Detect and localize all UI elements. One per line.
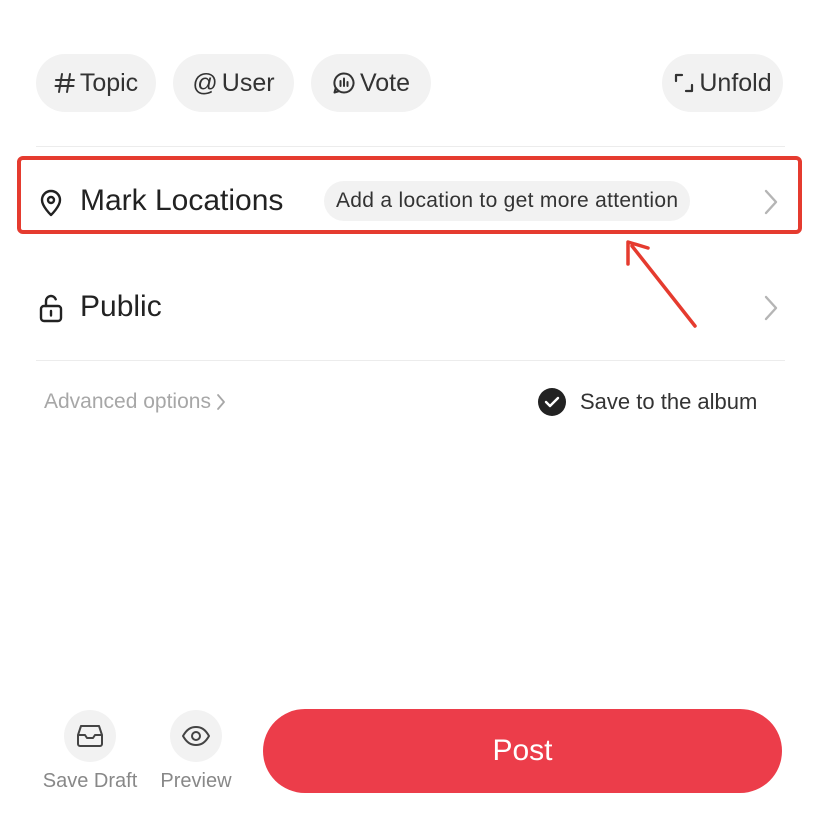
eye-icon — [170, 710, 222, 762]
topic-chip[interactable]: Topic — [36, 54, 156, 112]
preview-button[interactable]: Preview — [151, 710, 241, 793]
middle-divider — [36, 360, 785, 361]
unfold-button[interactable]: Unfold — [662, 54, 783, 112]
chevron-right-icon — [761, 294, 781, 322]
at-icon: @ — [192, 68, 218, 97]
mark-locations-title: Mark Locations — [80, 184, 284, 217]
visibility-row[interactable]: Public — [36, 280, 785, 336]
visibility-title: Public — [80, 290, 162, 323]
mark-locations-row[interactable]: Mark Locations Add a location to get mor… — [36, 170, 785, 234]
top-divider — [36, 146, 785, 147]
draft-box-icon — [64, 710, 116, 762]
location-pin-icon — [36, 188, 66, 218]
preview-label: Preview — [160, 770, 232, 792]
vote-icon — [332, 71, 356, 95]
vote-chip[interactable]: Vote — [311, 54, 431, 112]
location-hint-pill[interactable]: Add a location to get more attention — [324, 181, 691, 221]
unfold-icon — [673, 72, 695, 94]
vote-chip-label: Vote — [359, 68, 411, 97]
chevron-right-icon — [215, 392, 227, 412]
advanced-options-label: Advanced options — [44, 390, 211, 413]
unfold-label: Unfold — [699, 68, 772, 97]
topic-chip-label: Topic — [79, 68, 139, 97]
user-chip-label: User — [221, 68, 275, 97]
save-to-album-label: Save to the album — [580, 389, 758, 414]
chevron-right-icon — [761, 188, 781, 216]
user-chip[interactable]: @ User — [173, 54, 294, 112]
save-draft-button[interactable]: Save Draft — [42, 710, 138, 793]
checkmark-icon — [538, 388, 566, 416]
save-draft-label: Save Draft — [42, 770, 138, 792]
unlock-icon — [36, 292, 66, 324]
hash-icon — [54, 72, 76, 94]
save-to-album-toggle[interactable]: Save to the album — [538, 388, 757, 416]
post-button[interactable]: Post — [263, 709, 782, 793]
advanced-options-link[interactable]: Advanced options — [44, 390, 227, 414]
